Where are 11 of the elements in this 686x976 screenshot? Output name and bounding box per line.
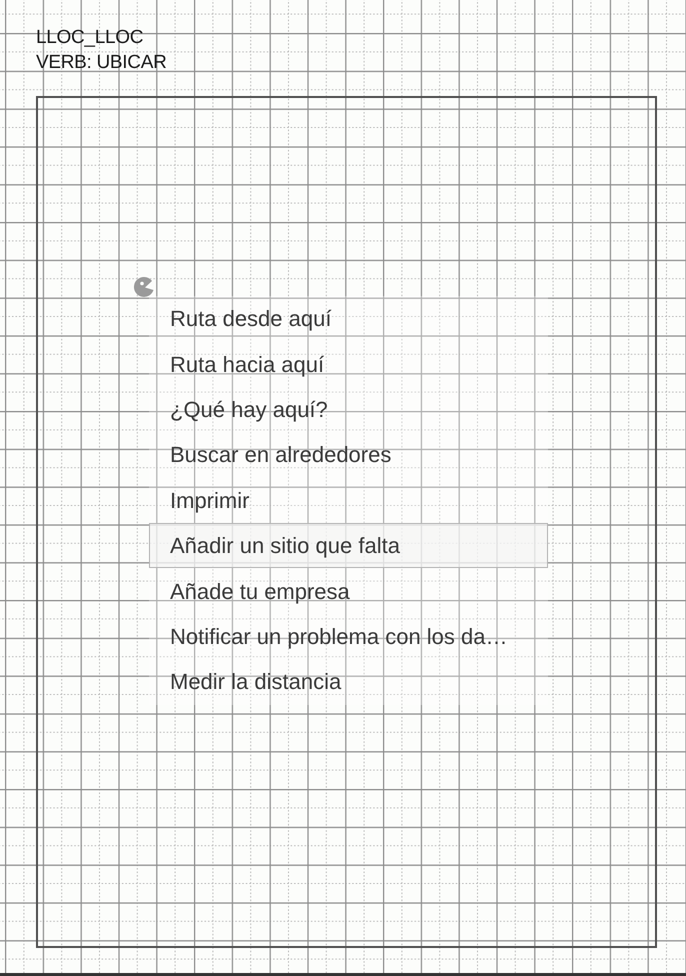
menu-item[interactable]: Añade tu empresa [149,568,548,614]
menu-item[interactable]: Ruta desde aquí [149,296,548,342]
worksheet-subtitle: VERB: UBICAR [36,51,166,75]
menu-item[interactable]: ¿Qué hay aquí? [149,386,548,432]
worksheet-title: LLOC_LLOC [36,26,144,50]
menu-item[interactable]: Imprimir [149,478,548,523]
menu-item[interactable]: Añadir un sitio que falta [149,522,548,568]
menu-item[interactable]: Ruta hacia aquí [149,341,548,387]
menu-item[interactable]: Medir la distancia [149,659,548,705]
menu-item[interactable]: Notificar un problema con los da… [149,614,548,660]
menu-item[interactable]: Buscar en alrededores [149,432,548,478]
